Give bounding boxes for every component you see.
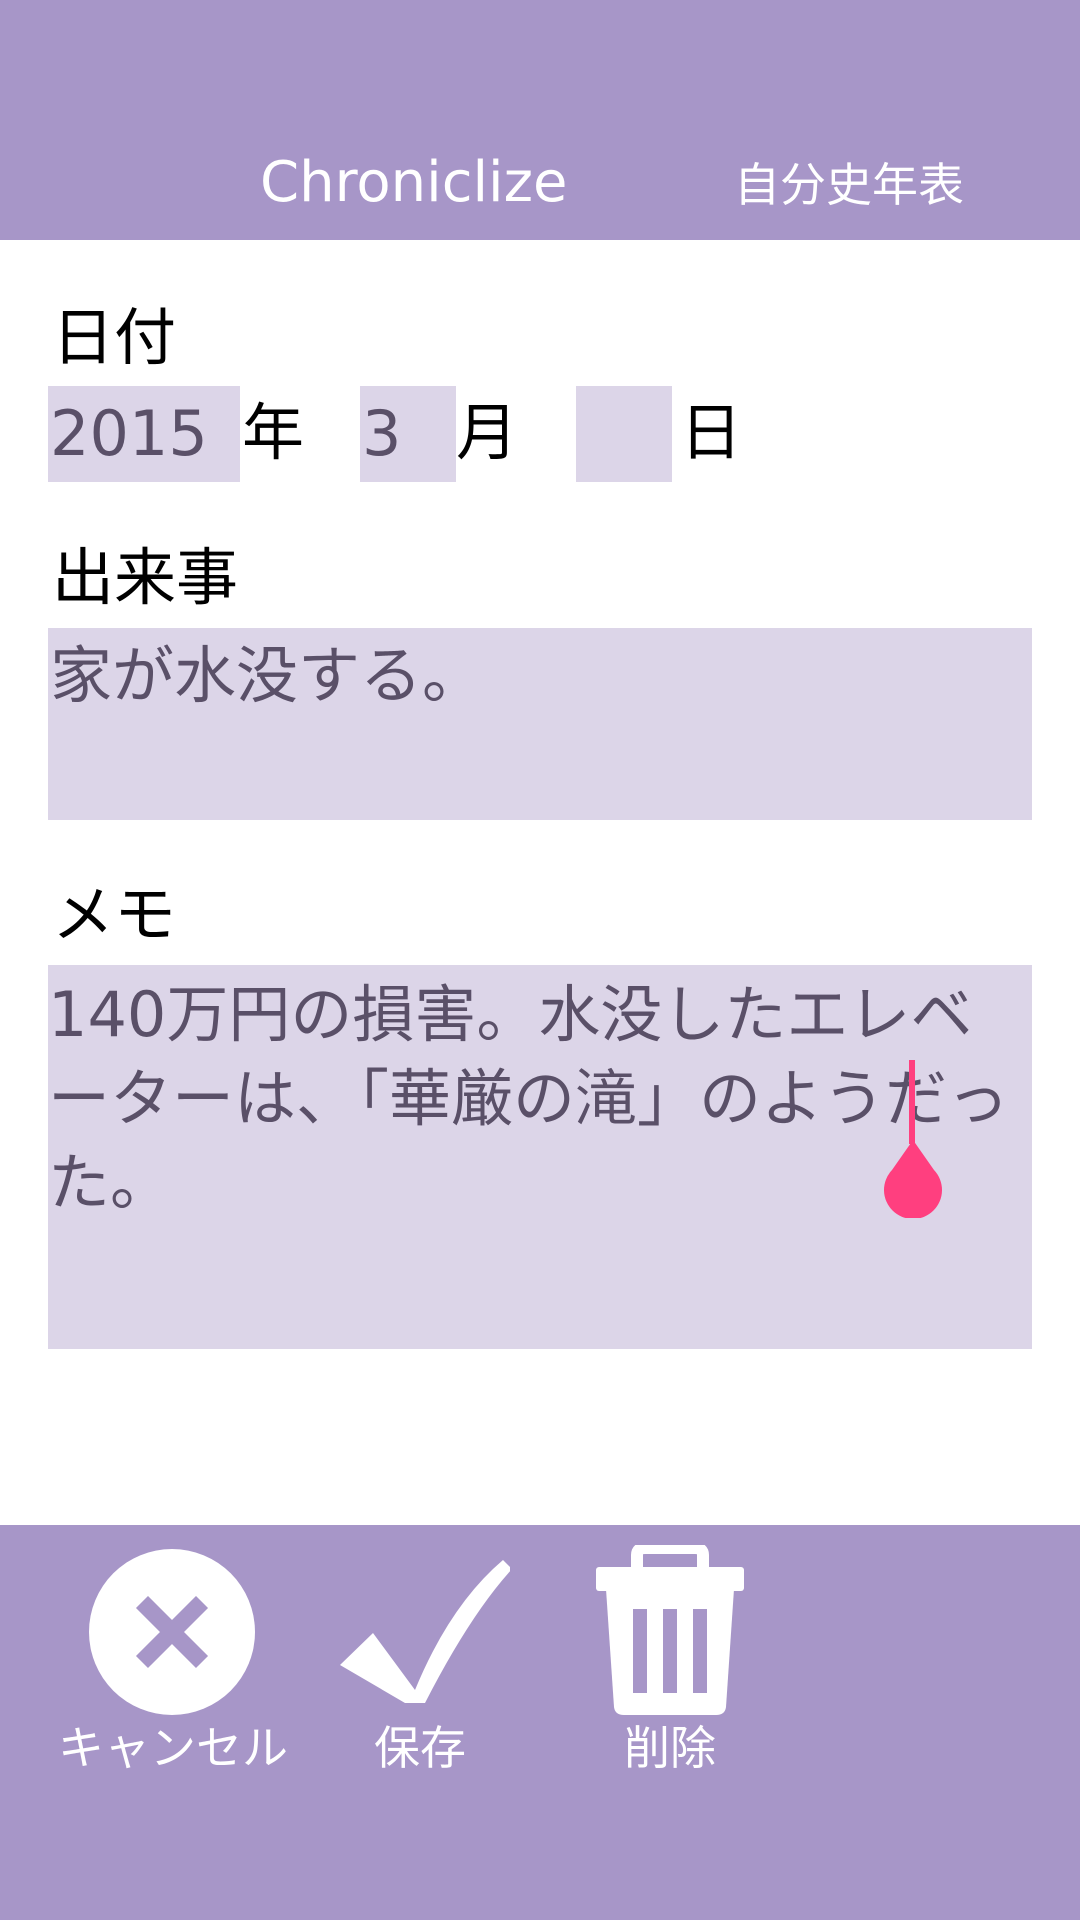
app-title: Chroniclize bbox=[260, 150, 568, 215]
app-header: Chroniclize 自分史年表 bbox=[0, 0, 1080, 240]
cancel-circle-x-icon bbox=[89, 1549, 255, 1715]
month-unit-label: 月 bbox=[456, 396, 519, 469]
trash-icon bbox=[596, 1545, 744, 1715]
cancel-label: キャンセル bbox=[58, 1721, 288, 1775]
delete-label: 削除 bbox=[624, 1721, 716, 1775]
checkmark-icon bbox=[340, 1560, 510, 1703]
event-label: 出来事 bbox=[52, 541, 239, 614]
event-input[interactable]: 家が水没する。 bbox=[48, 628, 1032, 820]
memo-label: メモ bbox=[52, 878, 177, 951]
cancel-button[interactable]: キャンセル bbox=[48, 1545, 298, 1785]
date-label: 日付 bbox=[52, 301, 177, 374]
cursor-handle[interactable] bbox=[882, 1140, 944, 1219]
text-cursor bbox=[909, 1060, 915, 1144]
year-input[interactable]: 2015 bbox=[48, 386, 240, 482]
save-button[interactable]: 保存 bbox=[330, 1545, 510, 1785]
day-input[interactable] bbox=[576, 386, 672, 482]
delete-button[interactable]: 削除 bbox=[590, 1545, 750, 1785]
month-input[interactable]: 3 bbox=[360, 386, 456, 482]
save-label: 保存 bbox=[374, 1721, 466, 1775]
app-subtitle: 自分史年表 bbox=[734, 158, 964, 212]
year-unit-label: 年 bbox=[242, 396, 305, 469]
day-unit-label: 日 bbox=[680, 396, 743, 469]
